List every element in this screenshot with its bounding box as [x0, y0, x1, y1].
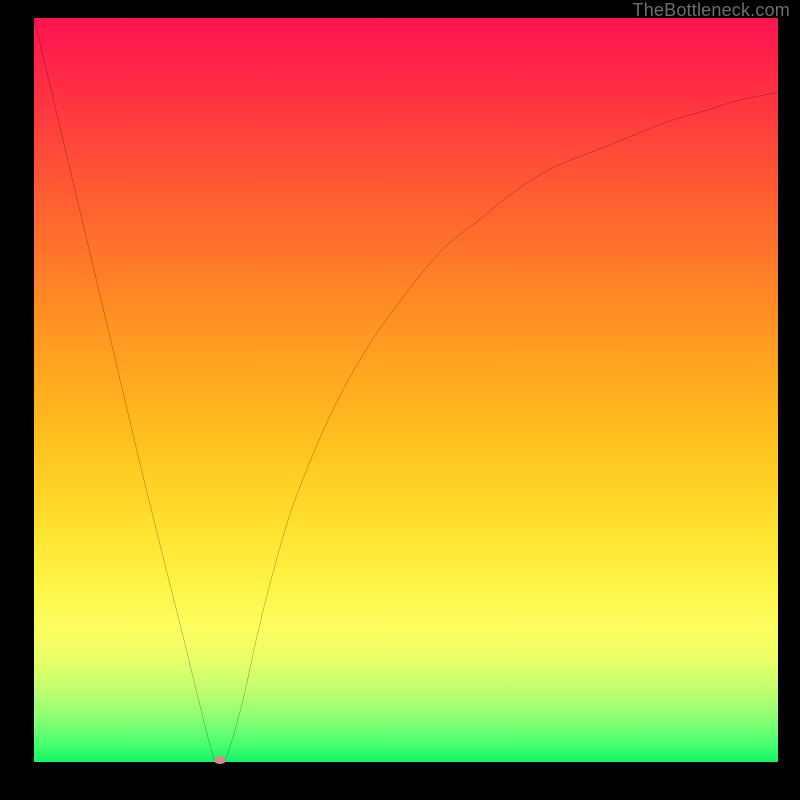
- bottleneck-curve: [34, 18, 778, 762]
- bottleneck-marker: [214, 756, 226, 764]
- chart-frame: TheBottleneck.com: [0, 0, 800, 800]
- plot-area: [34, 18, 778, 762]
- watermark: TheBottleneck.com: [633, 0, 790, 21]
